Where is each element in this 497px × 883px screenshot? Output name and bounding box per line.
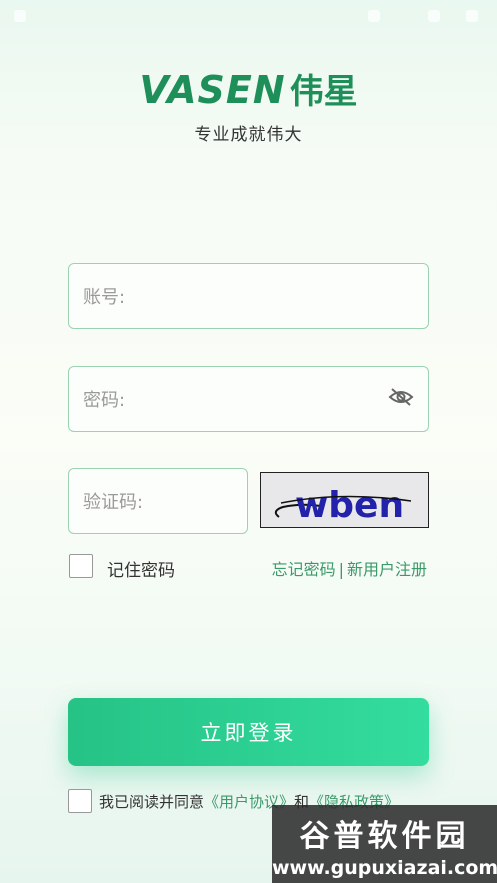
status-bar <box>0 0 497 34</box>
status-icon <box>14 10 26 22</box>
agree-checkbox[interactable] <box>68 789 92 813</box>
watermark-title: 谷普软件园 <box>299 819 470 854</box>
captcha-text: wben <box>295 485 404 526</box>
wifi-icon <box>368 10 380 22</box>
battery-icon <box>466 10 478 22</box>
captcha-placeholder: 验证码: <box>83 492 144 513</box>
eye-off-icon[interactable] <box>388 387 414 407</box>
account-field[interactable]: 账号: <box>68 263 429 329</box>
captcha-image[interactable]: wben <box>260 472 429 528</box>
agreement-prefix: 我已阅读并同意 <box>99 793 205 811</box>
signal-icon <box>428 10 440 22</box>
logo-cn: 伟星 <box>289 72 358 112</box>
password-placeholder: 密码: <box>83 390 126 411</box>
watermark-url: www.gupuxiazai.com <box>272 857 497 879</box>
watermark: 谷普软件园 www.gupuxiazai.com <box>272 805 497 883</box>
remember-checkbox[interactable] <box>69 554 93 578</box>
forgot-password-link[interactable]: 忘记密码 <box>272 560 336 579</box>
login-button[interactable]: 立即登录 <box>68 698 429 766</box>
account-placeholder: 账号: <box>83 287 126 308</box>
links-separator: | <box>338 560 344 579</box>
register-link[interactable]: 新用户注册 <box>347 560 427 579</box>
password-field[interactable]: 密码: <box>68 366 429 432</box>
account-links: 忘记密码 | 新用户注册 <box>272 556 427 580</box>
remember-label: 记住密码 <box>107 561 175 581</box>
logo-en: VASEN <box>139 68 286 112</box>
brand-logo: VASEN 伟星 <box>0 64 497 113</box>
captcha-field[interactable]: 验证码: <box>68 468 248 534</box>
slogan: 专业成就伟大 <box>194 125 303 145</box>
